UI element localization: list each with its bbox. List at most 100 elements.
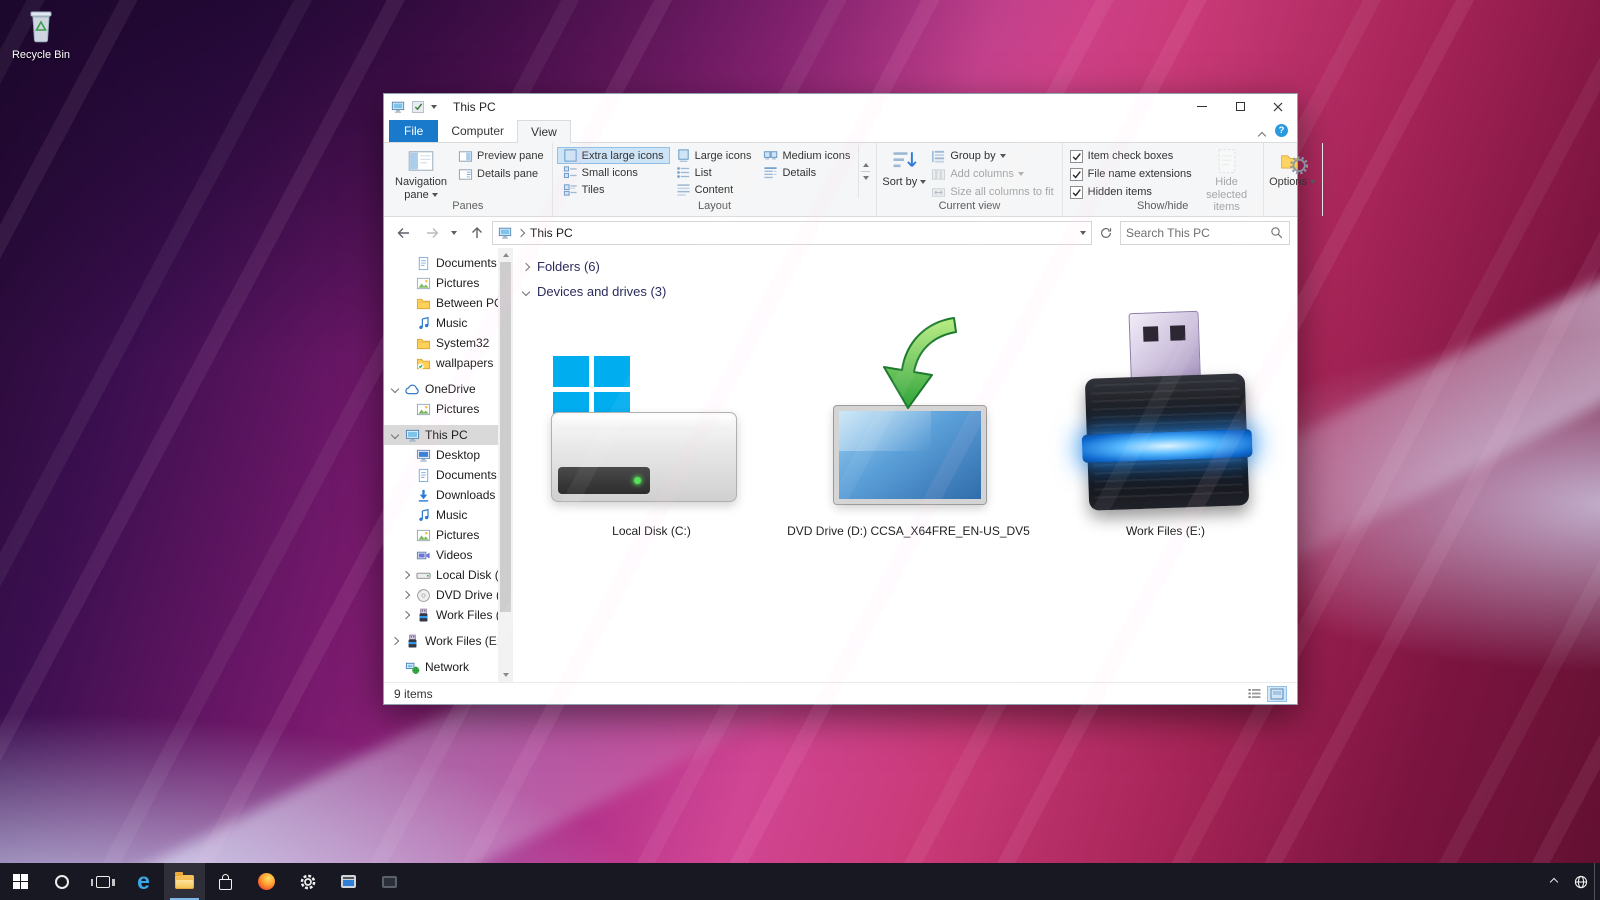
expand-chevron-icon[interactable] [402,611,410,619]
hard-drive-icon [551,412,737,502]
help-button[interactable]: ? [1275,124,1288,137]
nav-item-pictures[interactable]: Pictures [384,525,513,545]
cortana-search-button[interactable] [41,863,82,900]
details-pane-button[interactable]: Details pane [454,165,548,183]
taskbar-app-button-2[interactable] [369,863,410,900]
file-name-extensions-checkbox[interactable]: File name extensions [1067,165,1195,183]
close-button[interactable] [1259,94,1297,119]
nav-item-documents[interactable]: Documents [384,465,513,485]
start-button[interactable] [0,863,41,900]
scrollbar-thumb[interactable] [500,262,511,612]
layout-medium-icons[interactable]: Medium icons [757,147,856,164]
breadcrumb-location[interactable]: This PC [530,226,573,240]
tab-computer[interactable]: Computer [438,120,517,142]
large-thumbnails-view-toggle[interactable] [1267,686,1287,702]
nav-item-between-pcs[interactable]: Between PCs [384,293,513,313]
layout-tiles[interactable]: Tiles [557,181,670,198]
sort-by-button[interactable]: Sort by [881,145,927,189]
store-button[interactable] [205,863,246,900]
layout-content[interactable]: Content [670,181,758,198]
layout-scroll-up-button[interactable] [863,149,869,163]
task-view-button[interactable] [82,863,123,900]
tab-file[interactable]: File [389,120,438,142]
nav-item-work-files-e[interactable]: Work Files (E:) [384,605,513,625]
scroll-up-button[interactable] [498,248,513,262]
nav-item-system32[interactable]: System32 [384,333,513,353]
group-collapsed-chevron-icon[interactable] [522,262,530,270]
group-by-button[interactable]: Group by [927,147,1057,165]
details-view-toggle[interactable] [1244,686,1264,702]
tray-expand-button[interactable] [1540,863,1567,900]
maximize-button[interactable] [1221,94,1259,119]
size-all-columns-button[interactable]: Size all columns to fit [927,183,1057,201]
nav-scrollbar[interactable] [498,248,513,682]
navigation-pane-button[interactable]: Navigation pane [388,145,454,201]
layout-details[interactable]: Details [757,164,856,181]
titlebar[interactable]: This PC [384,94,1297,119]
network-tray-button[interactable] [1567,863,1594,900]
minimize-button[interactable] [1183,94,1221,119]
address-box[interactable]: This PC [492,221,1092,245]
drive-dvd-d[interactable]: DVD Drive (D:) CCSA_X64FRE_EN-US_DV5 [780,310,1037,538]
small-icons-icon [563,165,578,180]
nav-item-work-files-e-root[interactable]: Work Files (E:) [384,631,513,651]
hidden-items-checkbox[interactable]: Hidden items [1067,183,1195,201]
firefox-button[interactable] [246,863,287,900]
address-dropdown-icon[interactable] [1080,231,1086,235]
dvd-media-icon [804,310,1014,522]
preview-pane-button[interactable]: Preview pane [454,147,548,165]
scroll-down-button[interactable] [498,668,513,682]
layout-extra-large-icons[interactable]: Extra large icons [557,147,670,164]
recycle-bin[interactable]: Recycle Bin [6,8,76,61]
expand-chevron-icon[interactable] [402,571,410,579]
forward-button[interactable] [419,221,444,244]
nav-item-pictures-pinned[interactable]: Pictures [384,273,513,293]
nav-item-wallpapers[interactable]: wallpapers [384,353,513,373]
group-header-devices-drives[interactable]: Devices and drives (3) [523,279,1297,304]
nav-item-desktop[interactable]: Desktop [384,445,513,465]
group-expanded-chevron-icon[interactable] [522,287,530,295]
options-button[interactable]: Options [1268,145,1318,189]
item-check-boxes-checkbox[interactable]: Item check boxes [1067,147,1195,165]
layout-small-icons[interactable]: Small icons [557,164,670,181]
edge-button[interactable]: e [123,863,164,900]
up-button[interactable] [464,221,489,244]
expand-chevron-icon[interactable] [391,385,399,393]
add-columns-button[interactable]: Add columns [927,165,1057,183]
layout-scroll-down-button[interactable] [863,180,869,194]
settings-button[interactable] [287,863,328,900]
taskbar-app-button-1[interactable] [328,863,369,900]
drive-local-disk-c[interactable]: Local Disk (C:) [523,310,780,538]
tab-view[interactable]: View [517,120,571,143]
nav-item-downloads[interactable]: Downloads [384,485,513,505]
collapse-ribbon-button[interactable] [1259,128,1265,142]
nav-item-music[interactable]: Music [384,505,513,525]
search-input[interactable] [1126,226,1266,240]
drive-work-files-e[interactable]: Work Files (E:) [1037,310,1294,538]
group-header-folders[interactable]: Folders (6) [523,254,1297,279]
nav-item-music-pinned[interactable]: Music [384,313,513,333]
file-explorer-button[interactable] [164,863,205,900]
nav-item-network[interactable]: Network [384,657,513,677]
nav-item-onedrive[interactable]: OneDrive [384,379,513,399]
nav-item-documents-pinned[interactable]: Documents [384,253,513,273]
layout-large-icons[interactable]: Large icons [670,147,758,164]
nav-item-videos[interactable]: Videos [384,545,513,565]
qat-properties-icon[interactable] [412,101,424,113]
refresh-button[interactable] [1095,221,1117,244]
back-button[interactable] [391,221,416,244]
qat-customize-dropdown-icon[interactable] [431,105,437,109]
expand-chevron-icon[interactable] [402,591,410,599]
search-box[interactable] [1120,221,1290,245]
nav-item-this-pc[interactable]: This PC [384,425,513,445]
search-icon[interactable] [1270,226,1284,240]
nav-item-dvd-drive-d[interactable]: DVD Drive (D:) C [384,585,513,605]
nav-item-onedrive-pictures[interactable]: Pictures [384,399,513,419]
nav-item-local-disk-c[interactable]: Local Disk (C:) [384,565,513,585]
breadcrumb-chevron-icon[interactable] [517,228,525,236]
expand-chevron-icon[interactable] [391,637,399,645]
recent-locations-button[interactable] [447,221,461,244]
show-desktop-button[interactable] [1594,863,1600,900]
expand-chevron-icon[interactable] [391,431,399,439]
layout-list[interactable]: List [670,164,758,181]
